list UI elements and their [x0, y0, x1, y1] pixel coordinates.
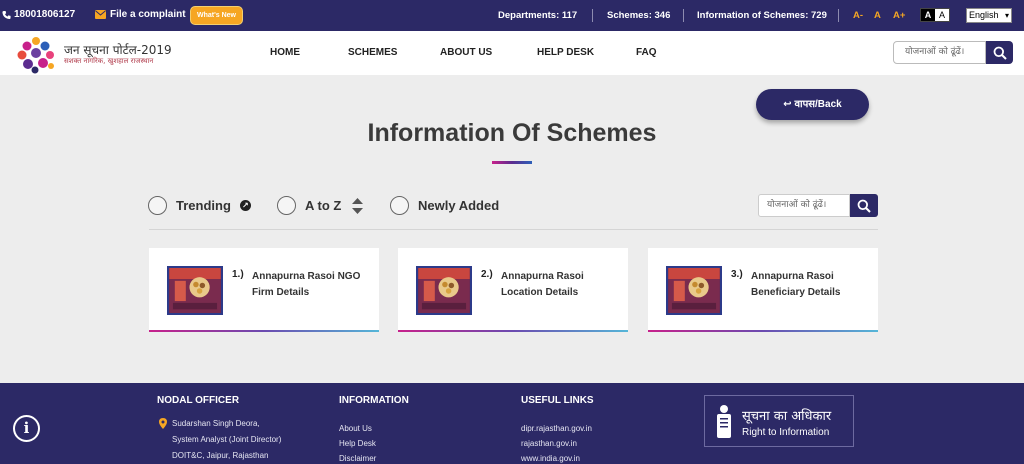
nodal-officer-office: DOIT&C, Jaipur, Rajasthan: [172, 451, 269, 460]
schemes-count: Schemes: 346: [607, 10, 671, 21]
radio-a-to-z[interactable]: [277, 196, 296, 215]
scheme-card[interactable]: 3.) Annapurna Rasoi Beneficiary Details: [648, 248, 878, 332]
footer-link-disclaimer[interactable]: Disclaimer: [339, 454, 376, 463]
filter-a-to-z[interactable]: A to Z: [277, 195, 364, 216]
annapurna-rasoi-thumbnail: [416, 266, 472, 315]
card-number: 3.): [731, 269, 743, 280]
back-label: वापस/Back: [794, 99, 842, 110]
main-navigation: जन सूचना पोर्टल-2019 सशक्त नागरिक, खुशहा…: [0, 31, 1024, 75]
search-icon: [857, 199, 871, 213]
contrast-toggle[interactable]: A A: [920, 8, 950, 22]
rti-english-label: Right to Information: [742, 427, 830, 438]
language-select[interactable]: English ▾: [966, 8, 1012, 23]
title-underline: [492, 161, 532, 164]
portal-title: जन सूचना पोर्टल-2019: [64, 43, 172, 57]
filter-trending[interactable]: Trending ↗: [148, 195, 251, 216]
helpline[interactable]: 18001806127: [2, 9, 75, 20]
trending-icon: ↗: [239, 200, 251, 211]
departments-count: Departments: 117: [498, 10, 578, 21]
font-increase-button[interactable]: A+: [893, 10, 905, 21]
card-number: 2.): [481, 269, 493, 280]
whats-new-button[interactable]: What's New: [190, 6, 243, 25]
divider: [838, 9, 839, 22]
language-value: English: [969, 10, 999, 20]
nav-home[interactable]: HOME: [270, 47, 300, 58]
info-icon: i: [15, 417, 38, 440]
annapurna-rasoi-thumbnail: [167, 266, 223, 315]
card-title[interactable]: Annapurna Rasoi NGO Firm Details: [252, 269, 372, 301]
rti-hindi-label: सूचना का अधिकार: [742, 409, 832, 424]
nav-help-desk[interactable]: HELP DESK: [537, 47, 594, 58]
contrast-light-option[interactable]: A: [935, 9, 949, 21]
footer-link-india[interactable]: www.india.gov.in: [521, 454, 580, 463]
rti-document-icon: [717, 405, 731, 438]
footer-link-about-us[interactable]: About Us: [339, 424, 372, 433]
file-complaint-link[interactable]: File a complaint: [95, 9, 186, 20]
card-number: 1.): [232, 269, 244, 280]
chevron-down-icon: ▾: [1004, 11, 1009, 20]
card-title[interactable]: Annapurna Rasoi Beneficiary Details: [751, 269, 871, 301]
filter-trending-label: Trending: [176, 198, 231, 213]
footer-link-rajasthan[interactable]: rajasthan.gov.in: [521, 439, 577, 448]
nodal-officer-name: Sudarshan Singh Deora,: [172, 419, 260, 428]
nav-schemes[interactable]: SCHEMES: [348, 47, 397, 58]
filter-newly-added-label: Newly Added: [418, 198, 500, 213]
helpline-number: 18001806127: [14, 9, 76, 20]
scheme-card[interactable]: 1.) Annapurna Rasoi NGO Firm Details: [149, 248, 379, 332]
font-decrease-button[interactable]: A-: [853, 10, 863, 21]
footer-nodal-heading: NODAL OFFICER: [157, 395, 240, 406]
font-normal-button[interactable]: A: [874, 10, 881, 21]
right-to-information-banner[interactable]: सूचना का अधिकार Right to Information: [704, 395, 854, 447]
nav-faq[interactable]: FAQ: [636, 47, 657, 58]
scheme-search-input[interactable]: योजनाओं को ढूंढें।: [758, 194, 850, 217]
footer-link-help-desk[interactable]: Help Desk: [339, 439, 376, 448]
footer-useful-links-heading: USEFUL LINKS: [521, 395, 594, 406]
filter-a-to-z-label: A to Z: [305, 198, 342, 213]
information-count: Information of Schemes: 729: [697, 10, 827, 21]
scheme-search-button[interactable]: [850, 194, 878, 217]
filter-divider: [149, 229, 878, 230]
footer-link-dipr[interactable]: dipr.rajasthan.gov.in: [521, 424, 592, 433]
portal-tagline: सशक्त नागरिक, खुशहाल राजस्थान: [64, 57, 154, 65]
footer: NODAL OFFICER Sudarshan Singh Deora, Sys…: [0, 383, 1024, 464]
radio-newly-added[interactable]: [390, 196, 409, 215]
radio-trending[interactable]: [148, 196, 167, 215]
page-title: Information Of Schemes: [367, 119, 657, 147]
nav-about-us[interactable]: ABOUT US: [440, 47, 492, 58]
divider: [592, 9, 593, 22]
info-button[interactable]: i: [11, 413, 42, 444]
complaint-label: File a complaint: [110, 9, 186, 20]
header-search-button[interactable]: [986, 41, 1013, 64]
sort-icon: [352, 197, 364, 214]
card-title[interactable]: Annapurna Rasoi Location Details: [501, 269, 621, 301]
location-pin-icon: [159, 418, 167, 429]
contrast-dark-option[interactable]: A: [921, 9, 935, 21]
scheme-card[interactable]: 2.) Annapurna Rasoi Location Details: [398, 248, 628, 332]
back-arrow-icon: ↩: [783, 99, 792, 110]
search-icon: [993, 46, 1007, 60]
top-bar: 18001806127 File a complaint What's New …: [0, 0, 1024, 31]
envelope-icon: [95, 10, 106, 19]
phone-icon: [2, 10, 11, 19]
filter-newly-added[interactable]: Newly Added: [390, 195, 499, 216]
portal-logo[interactable]: [14, 34, 58, 74]
divider: [683, 9, 684, 22]
header-search-input[interactable]: योजनाओं को ढूंढें।: [893, 41, 986, 64]
footer-information-heading: INFORMATION: [339, 395, 409, 406]
annapurna-rasoi-thumbnail: [666, 266, 722, 315]
back-button[interactable]: ↩ वापस/Back: [756, 89, 869, 120]
nodal-officer-designation: System Analyst (Joint Director): [172, 435, 282, 444]
